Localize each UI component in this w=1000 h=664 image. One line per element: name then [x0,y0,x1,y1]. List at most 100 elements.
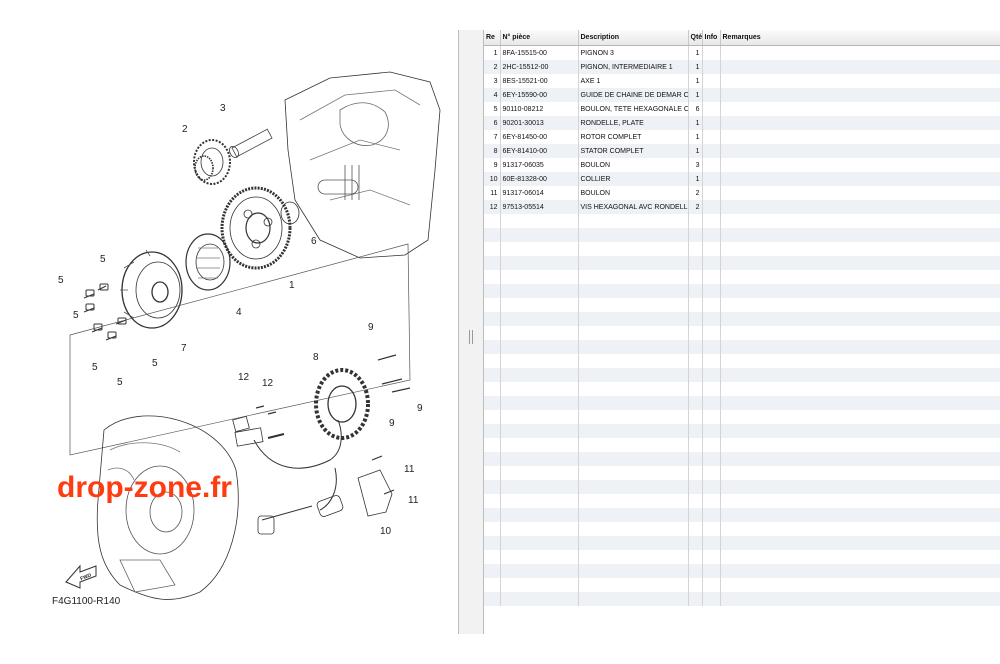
empty-cell [578,592,689,606]
empty-cell [484,256,501,270]
empty-cell [500,256,579,270]
empty-cell [720,522,1000,536]
stator-part [314,368,370,440]
empty-cell [688,494,703,508]
empty-cell [688,578,703,592]
cell-description: BOULON [578,186,689,200]
callout-label: 10 [380,526,392,537]
empty-cell [484,368,501,382]
empty-cell [688,312,703,326]
empty-cell [702,214,721,228]
column-header-description[interactable]: Description [578,30,689,46]
column-header-part-number[interactable]: N° pièce [500,30,579,46]
empty-cell [484,452,501,466]
empty-table-row [484,578,1000,592]
callout-label: 9 [417,403,423,414]
empty-cell [578,466,689,480]
empty-cell [688,256,703,270]
empty-cell [688,564,703,578]
callout-label: 5 [73,310,79,321]
empty-cell [578,228,689,242]
parts-table: Re N° pièce Description Qté Info Remarqu… [484,30,1000,606]
table-row[interactable]: 11 91317-06014 BOULON 2 [484,186,1000,200]
empty-cell [500,564,579,578]
empty-cell [484,466,501,480]
empty-cell [578,550,689,564]
empty-cell [578,522,689,536]
cell-ref: 2 [484,60,501,74]
empty-cell [702,508,721,522]
intermediate-gear-part [193,139,231,185]
empty-table-row [484,564,1000,578]
wire-clamp-part [232,405,277,433]
table-row[interactable]: 8 6EY-81410-00 STATOR COMPLET 1 [484,144,1000,158]
empty-cell [578,410,689,424]
empty-table-row [484,340,1000,354]
empty-cell [688,354,703,368]
empty-cell [484,396,501,410]
empty-cell [578,284,689,298]
empty-cell [702,564,721,578]
empty-cell [702,270,721,284]
table-row[interactable]: 1 8FA-15515-00 PIGNON 31 [484,45,1000,60]
empty-cell [720,270,1000,284]
empty-table-row [484,368,1000,382]
table-row[interactable]: 4 6EY-15590-00 GUIDE DE CHAINE DE DEMAR C1 [484,88,1000,102]
empty-table-row [484,410,1000,424]
empty-cell [688,424,703,438]
column-header-quantity[interactable]: Qté [688,30,703,46]
empty-cell [578,564,689,578]
cell-ref: 3 [484,74,501,88]
empty-cell [500,368,579,382]
empty-table-row [484,508,1000,522]
empty-cell [702,522,721,536]
cell-ref: 1 [484,45,501,60]
crankcase-cover-drawing [96,415,239,600]
cell-remarks [720,60,1000,74]
empty-table-row [484,550,1000,564]
cell-remarks [720,74,1000,88]
column-header-info[interactable]: Info [702,30,721,46]
cell-ref: 6 [484,116,501,130]
empty-cell [720,438,1000,452]
empty-cell [500,410,579,424]
cell-info [702,88,721,102]
cell-info [702,130,721,144]
empty-cell [578,452,689,466]
cell-ref: 9 [484,158,501,172]
empty-cell [702,368,721,382]
table-row[interactable]: 2 2HC-15512-00 PIGNON, INTERMEDIAIRE 11 [484,60,1000,74]
table-row[interactable]: 5 90110-08212 BOULON, TETE HEXAGONALE C6 [484,102,1000,116]
empty-cell [500,326,579,340]
column-header-ref[interactable]: Re [484,30,501,46]
empty-table-row [484,438,1000,452]
empty-cell [702,284,721,298]
empty-cell [720,396,1000,410]
table-row[interactable]: 7 6EY-81450-00 ROTOR COMPLET 1 [484,130,1000,144]
cell-ref: 4 [484,88,501,102]
cell-remarks [720,172,1000,186]
empty-cell [688,536,703,550]
table-row[interactable]: 9 91317-06035 BOULON 3 [484,158,1000,172]
empty-cell [500,452,579,466]
empty-cell [720,340,1000,354]
table-row[interactable]: 12 97513-05514 VIS HEXAGONAL AVC RONDELL 2 [484,200,1000,214]
empty-cell [578,214,689,228]
cell-remarks [720,130,1000,144]
empty-cell [702,550,721,564]
parts-list-panel: Re N° pièce Description Qté Info Remarqu… [484,30,1000,634]
empty-cell [720,214,1000,228]
column-header-remarks[interactable]: Remarques [720,30,1000,46]
panel-splitter[interactable] [458,30,484,634]
cell-ref: 11 [484,186,501,200]
table-row[interactable]: 3 8ES-15521-00 AXE 11 [484,74,1000,88]
cell-quantity: 1 [688,130,703,144]
cell-quantity: 1 [688,45,703,60]
cell-info [702,60,721,74]
empty-cell [500,494,579,508]
empty-cell [578,256,689,270]
splitter-grip-icon [469,330,473,344]
empty-cell [484,242,501,256]
table-row[interactable]: 10 60E-81328-00 COLLIER 1 [484,172,1000,186]
table-row[interactable]: 6 90201-30013 RONDELLE, PLATE 1 [484,116,1000,130]
